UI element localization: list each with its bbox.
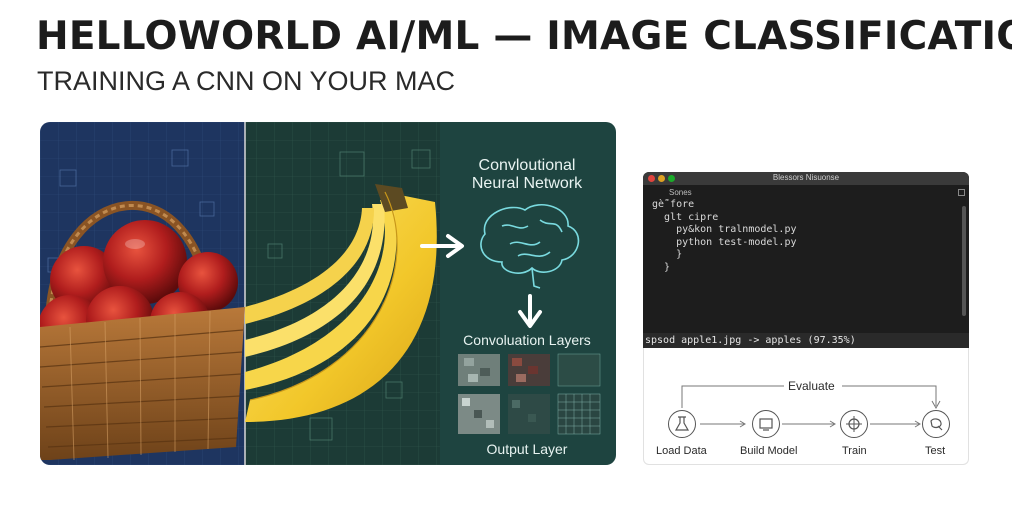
- step-arrow: [870, 420, 921, 428]
- terminal-line: gè̄̃̄ fore: [652, 199, 695, 210]
- terminal-line: }: [652, 261, 671, 273]
- step-arrow: [700, 420, 746, 428]
- workflow-step-label: Test: [925, 445, 946, 457]
- terminal-scrollbar[interactable]: [962, 206, 966, 316]
- page-subtitle: TRAINING A CNN ON YOUR MAC: [37, 66, 456, 96]
- page-title: HELLOWORLD AI/ML — IMAGE CLASSIFICATION: [36, 14, 1012, 59]
- terminal-titlebar: Blessors Nisuonse: [643, 172, 969, 185]
- load-data-icon: [668, 410, 696, 438]
- step-arrow: [782, 420, 836, 428]
- terminal-line: }: [652, 249, 683, 261]
- terminal-title: Blessors Nisuonse: [772, 173, 840, 182]
- tab-close-icon[interactable]: [958, 189, 965, 196]
- workflow-step-label: Build Model: [740, 445, 798, 457]
- terminal-output: gè̄̃̄ fore glt cipre py&kon tralnmodel.p…: [643, 199, 969, 275]
- workflow-step-label: Load Data: [656, 445, 707, 457]
- hero-illustration: Convloutional Neural Network Convoluatio…: [40, 122, 616, 465]
- terminal-line: glt cipre: [652, 211, 719, 223]
- test-icon: [922, 410, 950, 438]
- terminal-status-line: spsod apple1.jpg -> apples (97.35%): [643, 333, 969, 348]
- train-icon: [840, 410, 868, 438]
- conv-layers-label: Convoluation Layers: [463, 332, 591, 348]
- evaluate-label: Evaluate: [788, 379, 835, 393]
- workflow-step-label: Train: [842, 445, 867, 457]
- terminal-line: py&kon tralnmodel.py: [652, 224, 797, 236]
- workflow-diagram: Evaluate Load Data Build Model Train Tes…: [643, 348, 969, 465]
- terminal-line: python test-model.py: [652, 236, 797, 248]
- terminal-tab[interactable]: Sones: [669, 188, 692, 197]
- terminal-window: Blessors Nisuonse Sones gè̄̃̄ fore glt c…: [643, 172, 969, 348]
- build-model-icon: [752, 410, 780, 438]
- basket-image: [40, 307, 245, 461]
- network-title-line2: Neural Network: [472, 175, 583, 192]
- feature-maps: [458, 353, 601, 435]
- network-title-line1: Convloutional: [479, 157, 576, 174]
- output-layer-label: Output Layer: [487, 441, 568, 457]
